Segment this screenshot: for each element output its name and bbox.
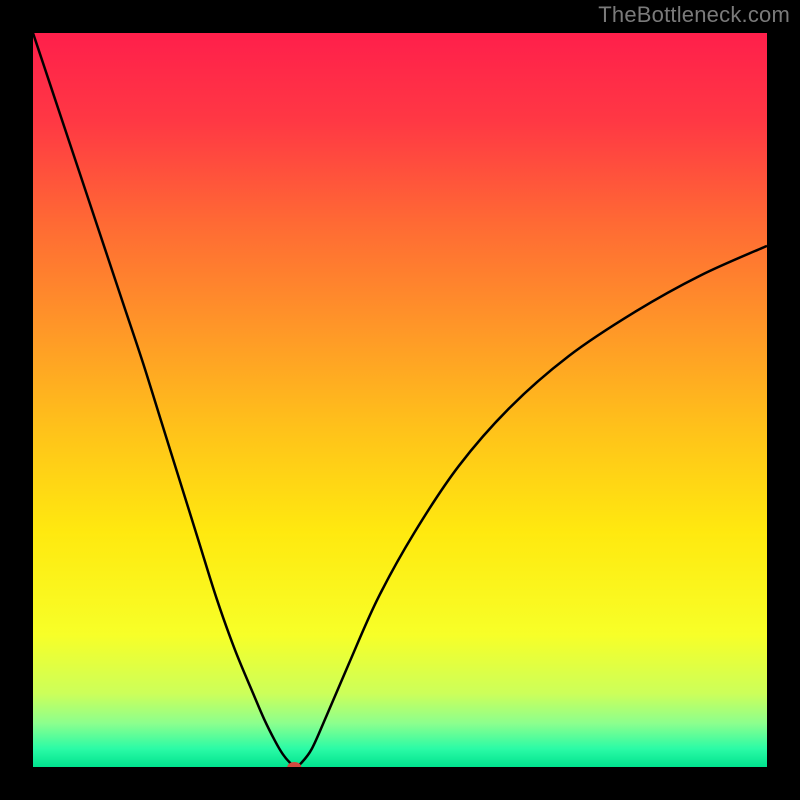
gradient-background (33, 33, 767, 767)
chart-svg (33, 33, 767, 767)
watermark-text: TheBottleneck.com (598, 2, 790, 28)
bottleneck-chart (33, 33, 767, 767)
chart-frame: TheBottleneck.com (0, 0, 800, 800)
